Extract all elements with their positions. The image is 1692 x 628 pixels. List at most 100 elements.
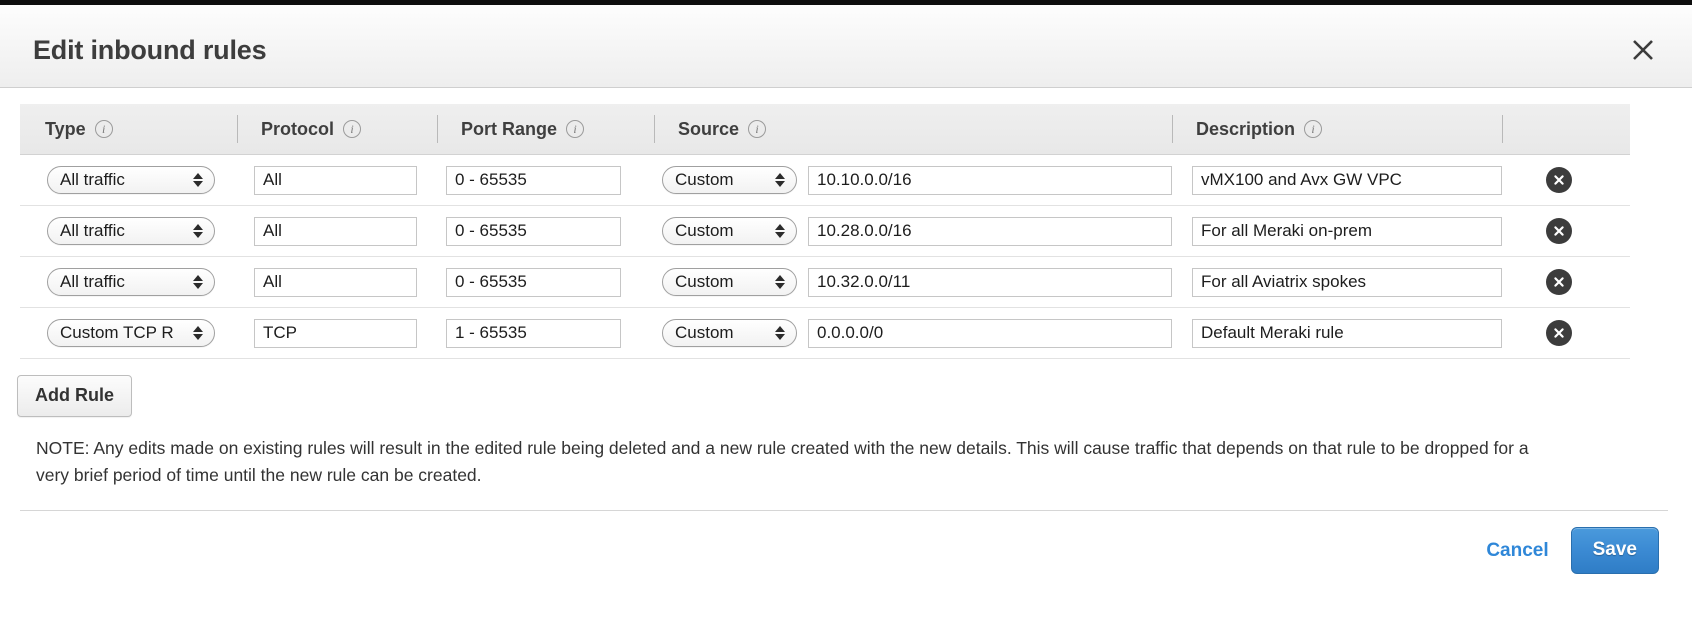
column-header-type-label: Type xyxy=(45,119,86,140)
type-select[interactable]: All traffic xyxy=(47,217,215,245)
add-rule-button[interactable]: Add Rule xyxy=(17,375,132,417)
description-input[interactable]: vMX100 and Avx GW VPC xyxy=(1192,166,1502,195)
table-row: All traffic All 0 - 65535 Custom xyxy=(20,206,1630,257)
table-row: Custom TCP R TCP 1 - 65535 Custom xyxy=(20,308,1630,359)
type-select[interactable]: Custom TCP R xyxy=(47,319,215,347)
delete-circle-icon[interactable] xyxy=(1546,218,1572,244)
cell-type: Custom TCP R xyxy=(20,308,237,358)
info-icon-description[interactable]: i xyxy=(1304,120,1322,138)
cell-port-range: 0 - 65535 xyxy=(437,155,654,205)
source-type-select[interactable]: Custom xyxy=(662,319,797,347)
protocol-input[interactable]: All xyxy=(254,268,417,297)
source-type-select[interactable]: Custom xyxy=(662,166,797,194)
protocol-input[interactable]: TCP xyxy=(254,319,417,348)
cell-delete xyxy=(1502,155,1628,205)
chevron-updown-icon xyxy=(192,170,203,190)
save-button[interactable]: Save xyxy=(1571,527,1659,574)
source-type-select-value: Custom xyxy=(663,323,754,343)
dialog-body: Type i Protocol i Port Range i Source i xyxy=(0,104,1692,574)
description-input[interactable]: For all Aviatrix spokes xyxy=(1192,268,1502,297)
delete-circle-icon[interactable] xyxy=(1546,320,1572,346)
column-header-source-label: Source xyxy=(678,119,739,140)
note-text: NOTE: Any edits made on existing rules w… xyxy=(36,435,1552,489)
column-header-protocol: Protocol i xyxy=(237,104,437,154)
footer-divider xyxy=(20,510,1668,511)
type-select[interactable]: All traffic xyxy=(47,166,215,194)
delete-circle-icon[interactable] xyxy=(1546,167,1572,193)
column-header-delete xyxy=(1502,104,1628,154)
protocol-input[interactable]: All xyxy=(254,217,417,246)
cell-port-range: 1 - 65535 xyxy=(437,308,654,358)
type-select-value: Custom TCP R xyxy=(48,323,194,343)
cell-delete xyxy=(1502,308,1628,358)
dialog-titlebar: Edit inbound rules xyxy=(0,5,1692,88)
info-icon-port-range[interactable]: i xyxy=(566,120,584,138)
source-type-select-value: Custom xyxy=(663,272,754,292)
table-row: All traffic All 0 - 65535 Custom xyxy=(20,257,1630,308)
cell-port-range: 0 - 65535 xyxy=(437,257,654,307)
cell-type: All traffic xyxy=(20,257,237,307)
cell-delete xyxy=(1502,206,1628,256)
chevron-updown-icon xyxy=(774,170,785,190)
cell-source: Custom 0.0.0.0/0 xyxy=(654,308,1172,358)
cell-type: All traffic xyxy=(20,206,237,256)
description-input[interactable]: Default Meraki rule xyxy=(1192,319,1502,348)
type-select[interactable]: All traffic xyxy=(47,268,215,296)
source-type-select[interactable]: Custom xyxy=(662,268,797,296)
column-header-protocol-label: Protocol xyxy=(261,119,334,140)
description-input[interactable]: For all Meraki on-prem xyxy=(1192,217,1502,246)
cell-description: Default Meraki rule xyxy=(1172,308,1502,358)
chevron-updown-icon xyxy=(192,221,203,241)
cancel-button[interactable]: Cancel xyxy=(1486,540,1548,562)
rules-table-header: Type i Protocol i Port Range i Source i xyxy=(20,104,1630,155)
column-header-source: Source i xyxy=(654,104,1172,154)
dialog-title: Edit inbound rules xyxy=(33,35,266,66)
port-range-input[interactable]: 1 - 65535 xyxy=(446,319,621,348)
source-type-select-value: Custom xyxy=(663,221,754,241)
table-row: All traffic All 0 - 65535 Custom xyxy=(20,155,1630,206)
delete-circle-icon[interactable] xyxy=(1546,269,1572,295)
protocol-input[interactable]: All xyxy=(254,166,417,195)
info-icon-source[interactable]: i xyxy=(748,120,766,138)
source-value-input[interactable]: 10.10.0.0/16 xyxy=(808,166,1172,195)
source-type-select-value: Custom xyxy=(663,170,754,190)
cell-protocol: TCP xyxy=(237,308,437,358)
column-header-description: Description i xyxy=(1172,104,1502,154)
column-header-port-range-label: Port Range xyxy=(461,119,557,140)
cell-protocol: All xyxy=(237,257,437,307)
cell-description: vMX100 and Avx GW VPC xyxy=(1172,155,1502,205)
column-header-port-range: Port Range i xyxy=(437,104,654,154)
source-value-input[interactable]: 10.28.0.0/16 xyxy=(808,217,1172,246)
cell-source: Custom 10.28.0.0/16 xyxy=(654,206,1172,256)
add-rule-area: Add Rule xyxy=(17,375,1692,417)
port-range-input[interactable]: 0 - 65535 xyxy=(446,268,621,297)
port-range-input[interactable]: 0 - 65535 xyxy=(446,217,621,246)
source-value-input[interactable]: 0.0.0.0/0 xyxy=(808,319,1172,348)
chevron-updown-icon xyxy=(774,323,785,343)
dialog-footer: Cancel Save xyxy=(0,527,1692,574)
type-select-value: All traffic xyxy=(48,221,145,241)
rules-table: Type i Protocol i Port Range i Source i xyxy=(20,104,1630,359)
column-header-type: Type i xyxy=(20,104,237,154)
cell-source: Custom 10.10.0.0/16 xyxy=(654,155,1172,205)
type-select-value: All traffic xyxy=(48,170,145,190)
info-icon-type[interactable]: i xyxy=(95,120,113,138)
cell-delete xyxy=(1502,257,1628,307)
chevron-updown-icon xyxy=(774,272,785,292)
chevron-updown-icon xyxy=(192,323,203,343)
source-value-input[interactable]: 10.32.0.0/11 xyxy=(808,268,1172,297)
chevron-updown-icon xyxy=(774,221,785,241)
chevron-updown-icon xyxy=(192,272,203,292)
source-type-select[interactable]: Custom xyxy=(662,217,797,245)
cell-source: Custom 10.32.0.0/11 xyxy=(654,257,1172,307)
cell-type: All traffic xyxy=(20,155,237,205)
cell-description: For all Meraki on-prem xyxy=(1172,206,1502,256)
close-icon[interactable] xyxy=(1628,35,1658,65)
edit-inbound-rules-dialog: Edit inbound rules Type i Protocol i xyxy=(0,0,1692,628)
cell-protocol: All xyxy=(237,155,437,205)
type-select-value: All traffic xyxy=(48,272,145,292)
info-icon-protocol[interactable]: i xyxy=(343,120,361,138)
cell-port-range: 0 - 65535 xyxy=(437,206,654,256)
cell-description: For all Aviatrix spokes xyxy=(1172,257,1502,307)
port-range-input[interactable]: 0 - 65535 xyxy=(446,166,621,195)
